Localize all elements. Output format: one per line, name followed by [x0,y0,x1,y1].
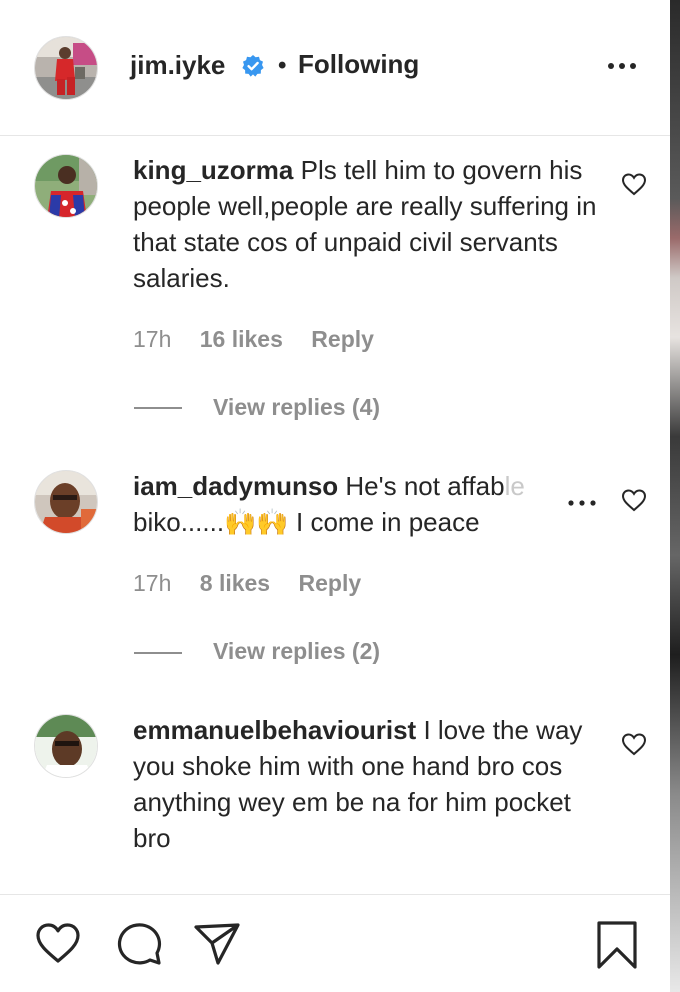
reply-button[interactable]: Reply [311,326,374,352]
comment-time: 17h [133,570,172,596]
replies-line [134,652,182,654]
comment-text: king_uzorma Pls tell him to govern his p… [133,152,603,296]
more-text-icon[interactable] [567,496,597,510]
comment-meta: 17h 16 likes Reply [133,326,396,353]
view-replies-button[interactable]: View replies (4) [213,394,380,421]
replies-line [134,407,182,409]
comment-username[interactable]: iam_dadymunso [133,471,338,501]
comment-text: iam_dadymunso He's not affable biko.....… [133,468,583,540]
heart-icon[interactable] [621,172,647,196]
commenter-avatar[interactable] [34,714,98,778]
header-separator: • [278,52,287,79]
heart-icon[interactable] [34,921,82,965]
comment-body-faded: le [504,471,525,501]
comment-body-line2: biko......🙌🙌 I come in peace [133,507,480,537]
heart-icon[interactable] [621,732,647,756]
comment-text: emmanuelbehaviourist I love the way you … [133,712,603,856]
bookmark-icon[interactable] [594,919,640,971]
share-icon[interactable] [192,921,242,967]
comment-likes[interactable]: 8 likes [200,570,270,596]
commenter-avatar[interactable] [34,154,98,218]
commenter-avatar[interactable] [34,470,98,534]
background-edge [670,0,680,992]
post-header: jim.iyke • Following [0,0,670,136]
avatar[interactable] [34,36,98,100]
comment-username[interactable]: king_uzorma [133,155,293,185]
reply-button[interactable]: Reply [299,570,362,596]
verified-badge-icon [242,55,264,77]
following-button[interactable]: Following [298,49,419,80]
post-action-bar [0,894,670,992]
post-username[interactable]: jim.iyke [130,50,225,81]
heart-icon[interactable] [621,488,647,512]
comment-icon[interactable] [114,919,164,967]
comment-time: 17h [133,326,172,352]
view-replies-button[interactable]: View replies (2) [213,638,380,665]
more-options-icon[interactable] [606,58,638,74]
comment-body: He's not affab [345,471,505,501]
comment-likes[interactable]: 16 likes [200,326,283,352]
comment-meta: 17h 8 likes Reply [133,570,383,597]
comment-username[interactable]: emmanuelbehaviourist [133,715,416,745]
